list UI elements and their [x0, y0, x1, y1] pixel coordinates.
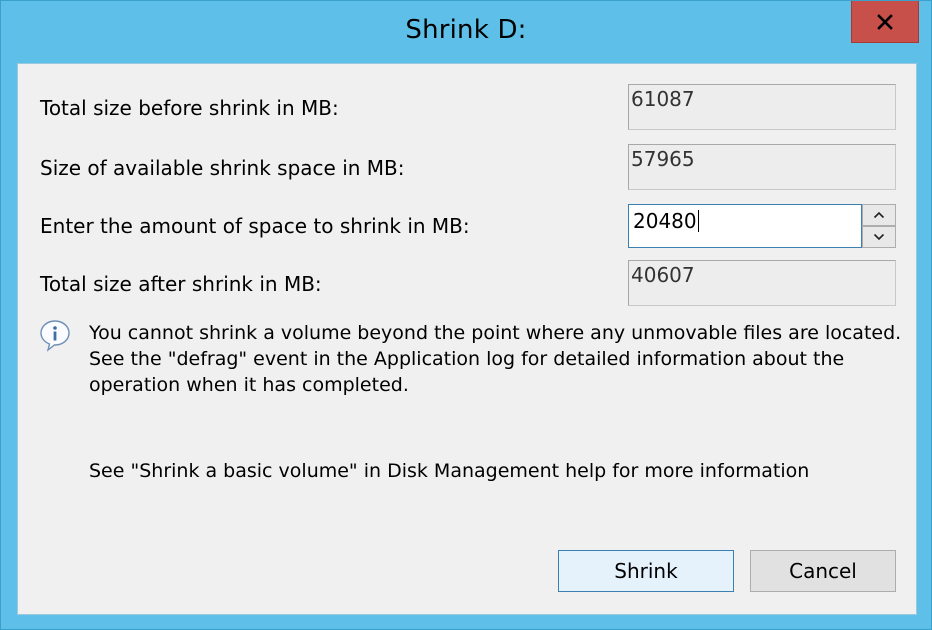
- text-caret: [697, 210, 699, 232]
- total-size-field: 61087: [628, 84, 896, 130]
- chevron-down-icon: [873, 233, 885, 241]
- cancel-button-label: Cancel: [789, 559, 857, 583]
- spin-down-button[interactable]: [862, 226, 896, 248]
- shrink-amount-value: 20480: [633, 209, 697, 233]
- available-shrink-label: Size of available shrink space in MB:: [40, 156, 405, 180]
- total-after-field: 40607: [628, 260, 896, 306]
- window-title: Shrink D:: [405, 15, 527, 45]
- total-size-value: 61087: [631, 87, 695, 111]
- title-bar[interactable]: Shrink D:: [1, 1, 931, 63]
- info-message: You cannot shrink a volume beyond the po…: [89, 322, 902, 396]
- chevron-up-icon: [873, 211, 885, 219]
- shrink-button[interactable]: Shrink: [558, 550, 734, 592]
- help-message: See "Shrink a basic volume" in Disk Mana…: [89, 460, 810, 482]
- dialog-content: Total size before shrink in MB: 61087 Si…: [17, 63, 917, 615]
- close-icon: [877, 13, 893, 30]
- shrink-dialog-window: Shrink D: Total size before shrink in MB…: [0, 0, 932, 630]
- cancel-button[interactable]: Cancel: [750, 550, 896, 592]
- info-icon: [40, 320, 70, 352]
- available-shrink-field: 57965: [628, 144, 896, 190]
- shrink-amount-input[interactable]: 20480: [628, 204, 862, 248]
- shrink-amount-spinbox[interactable]: 20480: [628, 204, 898, 248]
- total-after-label: Total size after shrink in MB:: [40, 272, 322, 296]
- close-button[interactable]: [851, 1, 919, 43]
- available-shrink-value: 57965: [631, 147, 695, 171]
- shrink-amount-label: Enter the amount of space to shrink in M…: [40, 214, 470, 238]
- total-after-value: 40607: [631, 263, 695, 287]
- spin-up-button[interactable]: [862, 204, 896, 226]
- shrink-button-label: Shrink: [614, 559, 678, 583]
- total-size-label: Total size before shrink in MB:: [40, 96, 339, 120]
